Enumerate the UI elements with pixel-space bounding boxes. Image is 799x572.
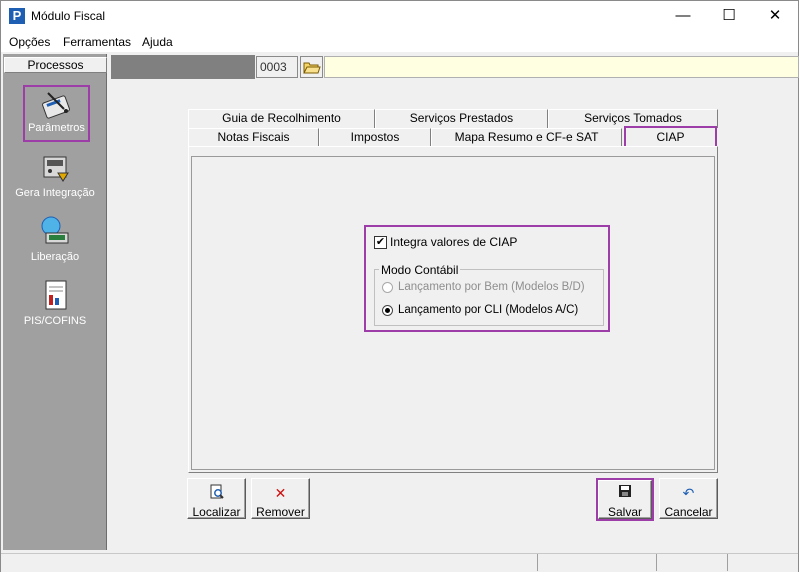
folder-icon xyxy=(303,62,321,74)
sidebar-item-liberacao[interactable]: Liberação xyxy=(7,215,103,263)
radio-lancamento-bem-label[interactable]: Lançamento por Bem (Modelos B/D) xyxy=(398,281,585,293)
sidebar-item-parametros[interactable]: Parâmetros xyxy=(23,85,90,142)
top-strip xyxy=(111,55,255,79)
radio-lancamento-cli-label[interactable]: Lançamento por CLI (Modelos A/C) xyxy=(398,304,578,316)
radio-lancamento-bem[interactable] xyxy=(382,282,393,293)
pis-cofins-icon xyxy=(38,279,72,311)
menu-opcoes[interactable]: Opções xyxy=(9,35,50,49)
tab-mapa-resumo[interactable]: Mapa Resumo e CF-e SAT xyxy=(431,128,622,147)
status-bar xyxy=(1,553,798,572)
status-separator xyxy=(656,554,657,571)
localizar-label: Localizar xyxy=(192,505,241,519)
minimize-button[interactable]: — xyxy=(660,1,706,32)
tab-ciap[interactable]: CIAP xyxy=(624,126,717,148)
sidebar-item-pis-cofins[interactable]: PIS/COFINS xyxy=(7,279,103,327)
close-button[interactable]: ✕ xyxy=(752,1,798,32)
info-strip xyxy=(324,56,799,78)
status-separator xyxy=(537,554,538,571)
tab-guia-recolhimento[interactable]: Guia de Recolhimento xyxy=(188,109,375,128)
tab-servicos-prestados[interactable]: Serviços Prestados xyxy=(375,109,548,128)
modo-contabil-legend: Modo Contábil xyxy=(379,263,461,277)
tab-impostos[interactable]: Impostos xyxy=(319,128,431,147)
open-folder-button[interactable] xyxy=(300,56,323,78)
localizar-button[interactable]: Localizar xyxy=(187,478,246,519)
status-separator xyxy=(727,554,728,571)
integra-ciap-label[interactable]: Integra valores de CIAP xyxy=(390,235,517,249)
sidebar-item-gera-integracao[interactable]: Gera Integração xyxy=(7,151,103,199)
integration-icon xyxy=(38,151,72,183)
remover-button[interactable]: ✕ Remover xyxy=(251,478,310,519)
menu-ferramentas[interactable]: Ferramentas xyxy=(63,35,131,49)
undo-icon: ↶ xyxy=(682,485,695,501)
maximize-button[interactable]: ☐ xyxy=(706,1,752,32)
radio-lancamento-cli[interactable] xyxy=(382,305,393,316)
window-title: Módulo Fiscal xyxy=(31,9,106,23)
sidebar-item-label: Liberação xyxy=(30,251,80,263)
salvar-button[interactable]: Salvar xyxy=(598,480,652,519)
cancelar-button[interactable]: ↶ Cancelar xyxy=(659,478,718,519)
integra-ciap-checkbox[interactable]: ✔ xyxy=(374,236,387,249)
tab-notas-fiscais[interactable]: Notas Fiscais xyxy=(188,128,319,147)
search-icon xyxy=(188,484,245,502)
sidebar-item-label: PIS/COFINS xyxy=(23,315,87,327)
save-disk-icon xyxy=(599,484,651,502)
modo-contabil-group xyxy=(374,269,604,326)
app-icon: P xyxy=(9,8,25,24)
code-field[interactable]: 0003 xyxy=(256,56,298,78)
menu-ajuda[interactable]: Ajuda xyxy=(142,35,173,49)
sidebar-header[interactable]: Processos xyxy=(4,57,107,73)
sidebar-item-label: Gera Integração xyxy=(15,187,95,199)
sidebar-item-label: Parâmetros xyxy=(28,122,85,134)
main-window: P Módulo Fiscal — ☐ ✕ Opções Ferramentas… xyxy=(0,0,799,572)
remove-x-icon: ✕ xyxy=(274,485,287,501)
cancelar-label: Cancelar xyxy=(664,505,713,519)
salvar-label: Salvar xyxy=(607,505,642,519)
remover-label: Remover xyxy=(256,505,305,519)
parameters-icon xyxy=(40,89,74,121)
release-icon xyxy=(38,215,72,247)
